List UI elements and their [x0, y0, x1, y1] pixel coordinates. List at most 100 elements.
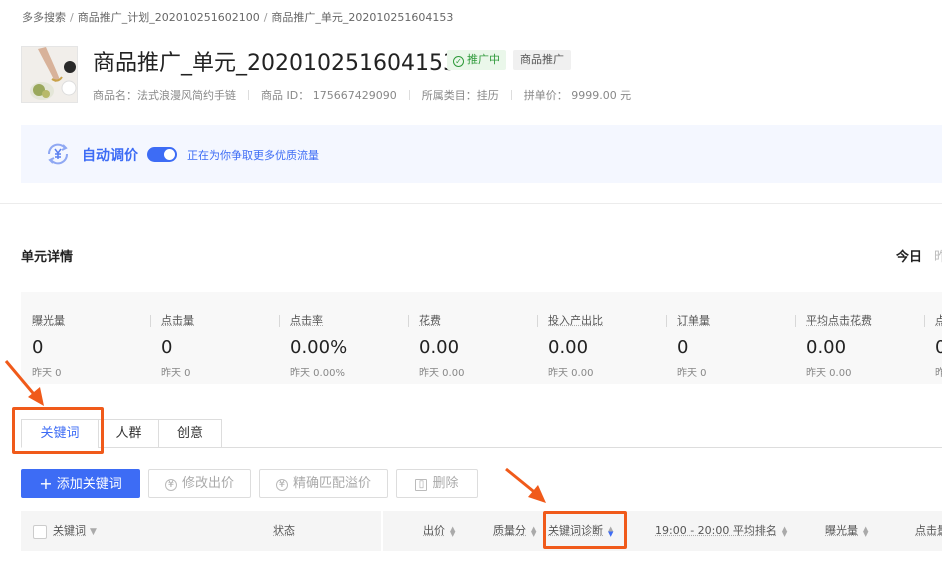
metric-previous: 昨天 0.00%: [290, 364, 345, 379]
add-keyword-button[interactable]: + 添加关键词: [21, 469, 140, 498]
tab-audience[interactable]: 人群: [98, 419, 159, 448]
metric-value: 0: [677, 337, 688, 358]
edit-bid-button[interactable]: ¥ 修改出价: [148, 469, 251, 498]
group-price: 拼单价： 9999.00 元: [524, 89, 631, 102]
metric-divider: [666, 315, 667, 327]
breadcrumb-item-search[interactable]: 多多搜索: [22, 11, 66, 24]
product-image: [22, 47, 78, 103]
date-filter-yesterday[interactable]: 昨: [934, 246, 942, 265]
metric-divider: [795, 315, 796, 327]
column-label: 关键词诊断: [548, 524, 603, 537]
column-label: 状态: [273, 524, 295, 537]
product-meta: 商品名：法式浪漫风简约手链 商品 ID： 175667429090 所属类目：挂历 拼…: [93, 87, 643, 103]
column-status: 状态: [273, 511, 295, 551]
section-divider: [0, 203, 942, 204]
plus-icon: +: [39, 474, 52, 493]
keyword-table-header: 关键词 ▼ 状态 出价 ▲ ▼ 质量分 ▲ ▼ 关键词诊断 ▲ ▼ 19:00 - 20:00…: [21, 511, 942, 551]
meta-divider: [248, 90, 249, 100]
column-impressions[interactable]: 曝光量 ▲ ▼: [825, 511, 868, 551]
yuan-icon: ¥: [165, 479, 177, 491]
edit-bid-label: 修改出价: [182, 476, 234, 491]
sort-icon[interactable]: ▲ ▼: [531, 527, 536, 537]
select-all-checkbox[interactable]: [33, 525, 47, 539]
column-label: 质量分: [493, 524, 526, 537]
metric-value: 0: [935, 337, 942, 358]
product-thumbnail: [21, 46, 78, 103]
product-id: 商品 ID： 175667429090: [261, 89, 397, 102]
breadcrumb-item-plan[interactable]: 商品推广_计划_202010251602100: [78, 11, 260, 24]
breadcrumb: 多多搜索 / 商品推广_计划_202010251602100/商品推广_单元_202…: [22, 9, 453, 25]
trash-icon: ▯: [415, 479, 427, 491]
column-label: 点击量: [915, 524, 942, 537]
metric-previous: 昨天 0: [32, 364, 62, 379]
metric-divider: [279, 315, 280, 327]
breadcrumb-item-unit: 商品推广_单元_202010251604153: [271, 11, 453, 24]
auto-price-description: 正在为你争取更多优质流量: [187, 147, 319, 163]
metric-previous: 昨天 0.00: [806, 364, 851, 379]
column-bid[interactable]: 出价 ▲ ▼: [423, 511, 455, 551]
meta-divider: [511, 90, 512, 100]
auto-price-toggle[interactable]: [147, 147, 177, 162]
metric-divider: [537, 315, 538, 327]
annotation-arrow-icon: [500, 463, 552, 509]
status-badge: ✓ 推广中: [447, 50, 506, 70]
add-keyword-label: 添加关键词: [57, 477, 122, 492]
sort-icon[interactable]: ▲ ▼: [450, 527, 455, 537]
metric-label[interactable]: 曝光量: [32, 312, 65, 328]
metric-label[interactable]: 点: [935, 312, 942, 328]
column-keyword[interactable]: 关键词 ▼: [53, 511, 97, 551]
yuan-refresh-icon: [45, 141, 71, 167]
metric-previous: 昨天 0.00: [419, 364, 464, 379]
unit-details-title: 单元详情: [21, 246, 73, 265]
auto-price-label: 自动调价: [82, 145, 138, 165]
metric-label[interactable]: 订单量: [677, 312, 710, 328]
column-clicks[interactable]: 点击量: [915, 511, 942, 551]
breadcrumb-separator: /: [264, 11, 268, 24]
tab-creative[interactable]: 创意: [158, 419, 222, 448]
status-badge-label: 推广中: [467, 53, 500, 66]
column-label: 19:00 - 20:00 平均排名: [655, 524, 777, 537]
metric-divider: [150, 315, 151, 327]
column-keyword-diagnosis[interactable]: 关键词诊断 ▲ ▼: [548, 511, 613, 551]
sort-icon[interactable]: ▲ ▼: [782, 527, 787, 537]
product-name: 商品名：法式浪漫风简约手链: [93, 89, 236, 102]
metric-divider: [924, 315, 925, 327]
sort-icon[interactable]: ▲ ▼: [863, 527, 868, 537]
tab-keywords[interactable]: 关键词: [21, 419, 99, 448]
metric-value: 0.00: [806, 337, 846, 358]
column-avg-rank[interactable]: 19:00 - 20:00 平均排名 ▲ ▼: [655, 511, 787, 551]
metric-divider: [408, 315, 409, 327]
delete-button[interactable]: ▯ 删除: [396, 469, 478, 498]
column-label: 曝光量: [825, 524, 858, 537]
metric-label[interactable]: 点击量: [161, 312, 194, 328]
metric-previous: 昨天 0.00: [548, 364, 593, 379]
exact-match-label: 精确匹配溢价: [293, 476, 371, 491]
sort-icon[interactable]: ▲ ▼: [608, 527, 613, 537]
metric-label[interactable]: 投入产出比: [548, 312, 603, 328]
metric-previous: 昨天 0: [677, 364, 707, 379]
page-title: 商品推广_单元_202010251604153: [93, 45, 457, 77]
metric-value: 0.00: [548, 337, 588, 358]
type-badge: 商品推广: [513, 50, 571, 70]
metric-previous: 昨: [935, 364, 942, 379]
filter-icon[interactable]: ▼: [90, 527, 97, 537]
column-quality-score[interactable]: 质量分 ▲ ▼: [493, 511, 536, 551]
metric-value: 0.00: [419, 337, 459, 358]
date-filter-today[interactable]: 今日: [896, 246, 922, 265]
metric-value: 0.00%: [290, 337, 347, 358]
metric-label[interactable]: 花费: [419, 312, 441, 328]
metrics-panel: 曝光量 0 昨天 0 点击量 0 昨天 0 点击率 0.00% 昨天 0.00%…: [21, 292, 942, 384]
check-circle-icon: ✓: [453, 56, 464, 67]
exact-match-premium-button[interactable]: ¥ 精确匹配溢价: [259, 469, 388, 498]
product-category: 所属类目：挂历: [422, 89, 499, 102]
metric-value: 0: [32, 337, 43, 358]
delete-label: 删除: [432, 476, 458, 491]
metric-previous: 昨天 0: [161, 364, 191, 379]
breadcrumb-separator: /: [70, 11, 74, 24]
meta-divider: [409, 90, 410, 100]
metric-label[interactable]: 平均点击花费: [806, 312, 872, 328]
metric-label[interactable]: 点击率: [290, 312, 323, 328]
metric-value: 0: [161, 337, 172, 358]
yuan-icon: ¥: [276, 479, 288, 491]
auto-price-banner: 自动调价 正在为你争取更多优质流量: [21, 125, 942, 183]
